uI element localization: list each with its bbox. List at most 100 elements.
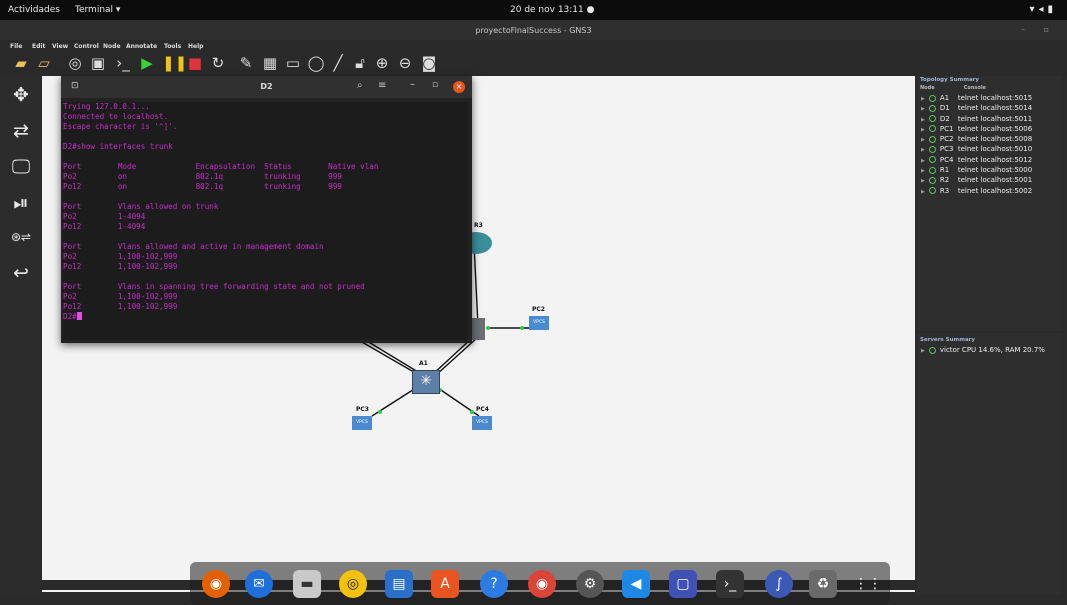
ellipse-icon[interactable]: ◯: [307, 54, 325, 72]
vscode-icon[interactable]: ◀: [622, 570, 650, 598]
gns3-icon[interactable]: ∫: [765, 570, 793, 598]
status-dot-icon: [928, 145, 936, 153]
thunderbird-icon[interactable]: ✉: [245, 570, 273, 598]
window-controls[interactable]: – ▫: [1021, 25, 1057, 34]
rhythmbox-icon[interactable]: ◎: [339, 570, 367, 598]
new-project-icon[interactable]: ▰: [12, 54, 30, 72]
expand-arrow-icon[interactable]: ▶: [921, 147, 925, 153]
expand-arrow-icon[interactable]: ▶: [921, 189, 925, 195]
device-icon[interactable]: ▣: [89, 54, 107, 72]
stop-icon[interactable]: ■: [186, 54, 204, 72]
topology-row[interactable]: ▶ R3 telnet localhost:5002: [917, 186, 1062, 196]
writer-icon[interactable]: ▤: [385, 570, 413, 598]
server-entry[interactable]: ▶ victor CPU 14.6%, RAM 20.7%: [917, 345, 1062, 355]
maximize-icon[interactable]: ▫: [432, 80, 438, 90]
screenshot-icon[interactable]: ◙: [420, 54, 438, 72]
status-dot-icon: [928, 187, 936, 195]
node-console: telnet localhost:5001: [957, 176, 1033, 185]
search-icon[interactable]: ⌕: [357, 80, 363, 91]
all-devices-icon[interactable]: ⊛⇌: [10, 226, 32, 248]
node-name: PC1: [939, 124, 954, 133]
lock-icon[interactable]: 🔓︎: [351, 54, 369, 72]
status-dot-icon: [928, 104, 936, 112]
snapshot-icon[interactable]: ◎: [66, 54, 84, 72]
terminal-output[interactable]: Trying 127.0.0.1... Connected to localhos…: [63, 102, 468, 340]
hamburger-menu-icon[interactable]: ≡: [378, 80, 386, 91]
settings-icon[interactable]: ⚙: [576, 570, 604, 598]
expand-arrow-icon[interactable]: ▶: [921, 137, 925, 143]
menu-help[interactable]: Help: [188, 43, 203, 50]
edit-note-icon[interactable]: ✎: [237, 54, 255, 72]
switch-a1[interactable]: ✳: [412, 370, 440, 394]
menu-edit[interactable]: Edit: [32, 43, 45, 50]
expand-arrow-icon[interactable]: ▶: [921, 96, 925, 102]
topology-row[interactable]: ▶ PC3 telnet localhost:5010: [917, 144, 1062, 154]
help-icon[interactable]: ?: [480, 570, 508, 598]
menu-file[interactable]: File: [10, 43, 22, 50]
topology-row[interactable]: ▶ PC1 telnet localhost:5006: [917, 124, 1062, 134]
node-console: telnet localhost:5000: [957, 166, 1033, 175]
security-device-icon[interactable]: ⏯︎: [10, 192, 32, 214]
topology-summary-panel: Topology Summary Node Console ▶ A1 telnet …: [917, 76, 1062, 331]
terminal-app-icon[interactable]: ›_: [716, 570, 744, 598]
close-icon[interactable]: ×: [453, 81, 465, 93]
console-all-icon[interactable]: ›_: [114, 54, 132, 72]
menu-view[interactable]: View: [52, 43, 68, 50]
reload-icon[interactable]: ↻: [209, 54, 227, 72]
chrome-icon[interactable]: ◉: [528, 570, 556, 598]
pc4-vpcs[interactable]: VPCS: [472, 416, 492, 430]
router-category-icon[interactable]: ✥: [10, 84, 32, 106]
menu-control[interactable]: Control: [74, 43, 99, 50]
topology-row[interactable]: ▶ PC2 telnet localhost:5008: [917, 134, 1062, 144]
menu-tools[interactable]: Tools: [164, 43, 181, 50]
pc3-vpcs[interactable]: VPCS: [352, 416, 372, 430]
end-device-icon[interactable]: 🖵︎: [10, 156, 32, 178]
show-apps-icon[interactable]: ⋮⋮: [854, 570, 882, 598]
terminal-line: Po2 on 802.1q trunking 999: [63, 172, 342, 181]
clock[interactable]: 20 de nov 13:11 ●: [510, 5, 594, 15]
software-center-icon[interactable]: A: [431, 570, 459, 598]
open-project-icon[interactable]: ▱: [35, 54, 53, 72]
add-link-icon[interactable]: ↩: [10, 262, 32, 284]
zoom-in-icon[interactable]: ⊕: [373, 54, 391, 72]
topology-row[interactable]: ▶ A1 telnet localhost:5015: [917, 93, 1062, 103]
expand-arrow-icon[interactable]: ▶: [921, 127, 925, 133]
expand-arrow-icon[interactable]: ▶: [921, 106, 925, 112]
line-icon[interactable]: ╱: [329, 54, 347, 72]
expand-arrow-icon[interactable]: ▶: [921, 178, 925, 184]
files-icon[interactable]: ▬: [293, 570, 321, 598]
switch-category-icon[interactable]: ⇄: [10, 120, 32, 142]
expand-arrow-icon[interactable]: ▶: [921, 168, 925, 174]
trash-icon[interactable]: ♻: [809, 570, 837, 598]
expand-arrow-icon[interactable]: ▶: [921, 117, 925, 123]
topology-row[interactable]: ▶ R2 telnet localhost:5001: [917, 175, 1062, 185]
minimize-icon[interactable]: –: [410, 79, 415, 90]
terminal-window-d2[interactable]: ⊡ D2 ⌕ ≡ – ▫ × Trying 127.0.0.1... Connec…: [61, 76, 472, 343]
terminal-line: Trying 127.0.0.1...: [63, 102, 150, 111]
start-icon[interactable]: ▶: [138, 54, 156, 72]
screenshot-tool-icon[interactable]: ▢: [669, 570, 697, 598]
node-console: telnet localhost:5002: [957, 186, 1033, 195]
pc2-vpcs[interactable]: VPCS: [529, 316, 549, 330]
status-dot-icon: [928, 115, 936, 123]
node-name: PC3: [939, 145, 954, 154]
system-tray-icons[interactable]: ▾◂▮: [1029, 4, 1057, 15]
firefox-icon[interactable]: ◉: [202, 570, 230, 598]
topology-row[interactable]: ▶ R1 telnet localhost:5000: [917, 165, 1062, 175]
rectangle-icon[interactable]: ▭: [284, 54, 302, 72]
expand-arrow-icon[interactable]: ▶: [921, 348, 925, 354]
insert-image-icon[interactable]: ▦: [261, 54, 279, 72]
menu-node[interactable]: Node: [103, 43, 121, 50]
topology-row[interactable]: ▶ PC4 telnet localhost:5012: [917, 155, 1062, 165]
terminal-app-menu[interactable]: Terminal ▾: [75, 5, 120, 15]
expand-arrow-icon[interactable]: ▶: [921, 158, 925, 164]
topology-row[interactable]: ▶ D2 telnet localhost:5011: [917, 114, 1062, 124]
pause-icon[interactable]: ❚❚: [162, 54, 187, 72]
col-node: Node: [920, 85, 935, 91]
menu-annotate[interactable]: Annotate: [126, 43, 157, 50]
zoom-out-icon[interactable]: ⊖: [396, 54, 414, 72]
topology-row[interactable]: ▶ D1 telnet localhost:5014: [917, 103, 1062, 113]
activities-button[interactable]: Actividades: [8, 5, 60, 15]
